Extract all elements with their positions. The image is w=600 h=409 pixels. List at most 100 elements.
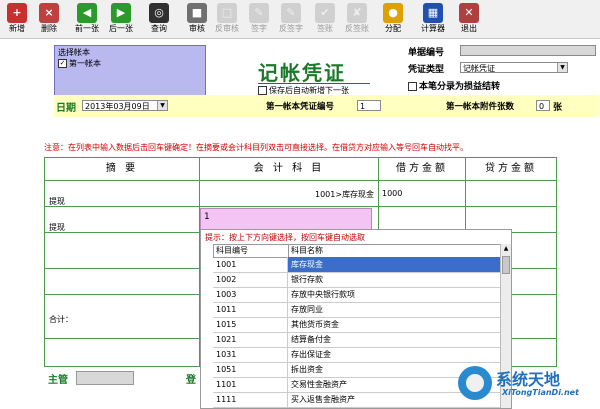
toolbar-button[interactable]: ■ 审核	[184, 1, 210, 37]
account-name: 存放中央银行款项	[291, 290, 355, 299]
account-name: 库存现金	[288, 257, 501, 272]
toolbar-button-label: 签账	[317, 24, 333, 33]
date-picker[interactable]: 2013年03月09日 ▼	[82, 100, 168, 111]
toolbar-button-label: 分配	[385, 24, 401, 33]
toolbar-button-label: 计算器	[421, 24, 445, 33]
unpost-icon: ✘	[347, 3, 367, 23]
voucher-type-select[interactable]: 记帐凭证 ▼	[460, 62, 568, 73]
total-label: 合计：	[49, 315, 73, 324]
col-header-account: 会 计 科 目	[200, 158, 379, 181]
voucher-type-label: 凭证类型	[408, 65, 445, 75]
binoculars-icon: ◎	[149, 3, 169, 23]
toolbar-button-label: 后一张	[109, 24, 133, 33]
scroll-up-icon[interactable]: ▲	[501, 244, 511, 254]
toolbar-button-label: 反签账	[345, 24, 369, 33]
account-code: 1011	[213, 302, 288, 317]
attachments-unit: 张	[553, 103, 563, 113]
chevron-down-icon[interactable]: ▼	[557, 63, 567, 72]
toolbar-button[interactable]: ▦ 计算器	[420, 1, 446, 37]
toolbar-button[interactable]: ✎ 反签字	[278, 1, 304, 37]
logo-url: XiTongTianDi.net	[502, 388, 579, 397]
col-header-debit: 借方金额	[379, 158, 466, 181]
toolbar-button[interactable]: ✎ 签字	[246, 1, 272, 37]
toolbar-button[interactable]: ◎ 查询	[146, 1, 172, 37]
supervisor-field	[76, 371, 134, 385]
doc-number-label: 单据编号	[408, 48, 445, 58]
dropdown-row[interactable]: 1031 存出保证金	[213, 347, 501, 363]
col-header-credit: 贷方金额	[466, 158, 556, 181]
account-book-title: 选择帐本	[58, 48, 90, 57]
dropdown-row[interactable]: 1003 存放中央银行款项	[213, 287, 501, 303]
account-name: 银行存款	[291, 275, 323, 284]
row1-debit[interactable]: 1000	[382, 189, 402, 198]
account-code: 1015	[213, 317, 288, 332]
new-doc-icon: +	[7, 3, 27, 23]
profit-loss-option[interactable]: 本笔分录为损益结转	[408, 79, 500, 92]
date-label: 日期	[56, 103, 76, 114]
account-book-item[interactable]: ✓ 第一帐本	[58, 58, 101, 69]
dropdown-row[interactable]: 1001 库存现金	[213, 257, 501, 273]
exit-icon: ✕	[459, 3, 479, 23]
toolbar-button[interactable]: ▶ 后一张	[108, 1, 134, 37]
sign-icon: ✎	[249, 3, 269, 23]
voucher-no-field[interactable]: 1	[357, 100, 381, 111]
row-divider	[45, 206, 556, 207]
account-code: 1021	[213, 332, 288, 347]
dropdown-hint: 提示：按上下方向键选择，按回车键自动选取	[205, 233, 365, 242]
col-header-code: 科目编号	[214, 245, 289, 257]
account-name: 其他货币资金	[291, 320, 339, 329]
col-header-name: 科目名称	[291, 246, 323, 255]
toolbar-button[interactable]: □ 反审核	[214, 1, 240, 37]
account-book-checkbox[interactable]: ✓	[58, 59, 67, 68]
unsign-icon: ✎	[281, 3, 301, 23]
account-input[interactable]: 1	[200, 208, 372, 230]
toolbar-button[interactable]: ● 分配	[380, 1, 406, 37]
account-code: 1101	[213, 377, 288, 392]
toolbar-button[interactable]: ✕ 退出	[456, 1, 482, 37]
delete-icon: ×	[39, 3, 59, 23]
logo-icon	[458, 366, 492, 400]
toolbar-button-label: 反审核	[215, 24, 239, 33]
post-icon: ✔	[315, 3, 335, 23]
account-code: 1003	[213, 287, 288, 302]
toolbar-button-label: 审核	[189, 24, 205, 33]
toolbar-button-label: 反签字	[279, 24, 303, 33]
account-name: 结算备付金	[291, 335, 331, 344]
profit-loss-checkbox[interactable]	[408, 82, 417, 91]
toolbar-button-label: 退出	[461, 24, 477, 33]
account-name: 存出保证金	[291, 350, 331, 359]
lock-icon: ■	[187, 3, 207, 23]
logo-name: 系统天地	[496, 370, 561, 389]
toolbar-button-label: 前一张	[75, 24, 99, 33]
account-code: 1002	[213, 272, 288, 287]
chevron-down-icon[interactable]: ▼	[157, 101, 167, 110]
col-header-summary: 摘 要	[45, 158, 200, 181]
notice-text: 注意：在列表中输入数据后击回车键确定！在摘要或会计科目列双击可直接选择。在借贷方…	[44, 143, 468, 152]
doc-number-field	[460, 45, 596, 56]
scrollbar-thumb[interactable]	[502, 256, 510, 274]
row1-account[interactable]: 1001>库存现金	[315, 189, 374, 200]
dropdown-row[interactable]: 1011 存放同业	[213, 302, 501, 318]
dropdown-row[interactable]: 1002 银行存款	[213, 272, 501, 288]
auto-add-checkbox[interactable]	[258, 86, 267, 95]
voucher-form: 选择帐本 ✓ 第一帐本 记帐凭证 保存后自动新增下一张 单据编号 凭证类型 记帐凭…	[0, 39, 600, 409]
row1-summary[interactable]: 提现	[49, 196, 65, 207]
toolbar-button-label: 删除	[41, 24, 57, 33]
pie-icon: ●	[383, 3, 403, 23]
title-underline	[258, 83, 370, 84]
unlock-icon: □	[217, 3, 237, 23]
row2-summary[interactable]: 提现	[49, 222, 65, 233]
toolbar-button[interactable]: + 新增	[4, 1, 30, 37]
attachments-field[interactable]: 0	[536, 100, 550, 111]
toolbar-button[interactable]: ✘ 反签账	[344, 1, 370, 37]
dropdown-row[interactable]: 1021 结算备付金	[213, 332, 501, 348]
account-input-value: 1	[204, 212, 210, 222]
voucher-no-label: 第一帐本凭证编号	[266, 102, 335, 112]
toolbar: + 新增 × 删除 ◀ 前一张 ▶ 后一张 ◎ 查询 ■ 审核 □ 反审核 ✎ 签字 ✎ 反签字 ✔ 签账 ✘ 反签账 ● 分…	[0, 0, 600, 39]
dropdown-row[interactable]: 1015 其他货币资金	[213, 317, 501, 333]
arrow-left-icon: ◀	[77, 3, 97, 23]
toolbar-button[interactable]: × 删除	[36, 1, 62, 37]
account-code: 1031	[213, 347, 288, 362]
toolbar-button[interactable]: ◀ 前一张	[74, 1, 100, 37]
toolbar-button[interactable]: ✔ 签账	[312, 1, 338, 37]
